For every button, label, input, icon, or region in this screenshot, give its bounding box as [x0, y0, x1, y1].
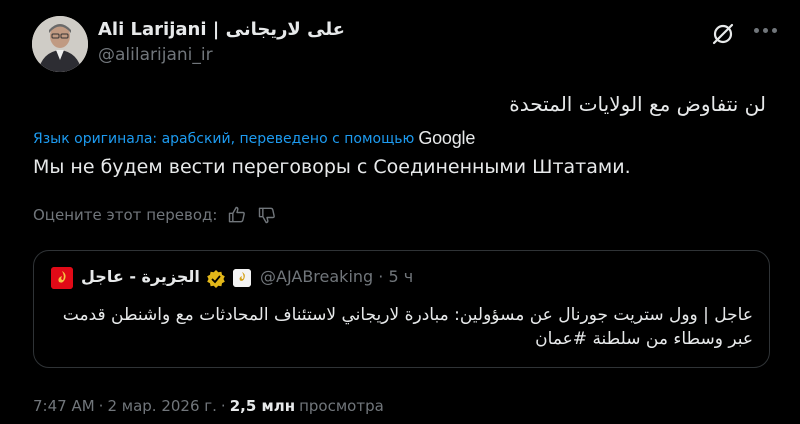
view-count[interactable]: 2,5 млн — [230, 397, 295, 415]
verified-gold-badge-icon — [207, 270, 225, 288]
quoted-tweet[interactable]: الجزيرة - عاجل @AJABreaking · 5 ч عاجل |… — [33, 250, 770, 368]
quoted-tweet-text: عاجل | وول ستريت جورنال عن مسؤولين: مباد… — [62, 305, 753, 349]
tweet-date[interactable]: 2 мар. 2026 г. — [107, 397, 216, 415]
view-count-label: просмотра — [299, 397, 384, 415]
tweet-original-text: لن نتفاوض مع الولايات المتحدة — [509, 92, 766, 116]
quoted-handle[interactable]: @AJABreaking — [260, 267, 373, 286]
tweet-footer: 7:47 AM · 2 мар. 2026 г. · 2,5 млн просм… — [33, 397, 384, 415]
al-jazeera-logo[interactable] — [51, 267, 73, 289]
author-display-name[interactable]: Ali Larijani | علی لاریجانی — [98, 19, 345, 40]
footer-separator-2: · — [220, 397, 226, 415]
al-jazeera-affiliate-icon — [233, 269, 251, 287]
more-icon[interactable] — [754, 28, 777, 33]
avatar[interactable] — [32, 16, 88, 72]
author-handle[interactable]: @alilarijani_ir — [98, 45, 213, 65]
thumbs-up-icon[interactable] — [227, 205, 247, 225]
translation-attribution-label: Язык оригинала: арабский, переведено с п… — [33, 130, 415, 147]
rate-translation-row: Оцените этот перевод: — [33, 205, 277, 225]
author-name-row: Ali Larijani | علی لاریجانی — [98, 19, 345, 40]
quoted-time[interactable]: 5 ч — [388, 267, 413, 286]
translation-attribution: Язык оригинала: арабский, переведено с п… — [33, 128, 475, 149]
quoted-separator: · — [378, 267, 384, 286]
rate-translation-label: Оцените этот перевод: — [33, 206, 218, 224]
grok-icon[interactable] — [710, 21, 736, 47]
tweet-time[interactable]: 7:47 AM — [33, 397, 95, 415]
thumbs-down-icon[interactable] — [257, 205, 277, 225]
footer-separator: · — [98, 397, 104, 415]
google-logo: Google — [418, 128, 476, 148]
tweet-translation-text: Мы не будем вести переговоры с Соединенн… — [33, 156, 631, 178]
quoted-author-name[interactable]: الجزيرة - عاجل — [81, 267, 200, 286]
quoted-handle-time: @AJABreaking · 5 ч — [260, 267, 413, 286]
